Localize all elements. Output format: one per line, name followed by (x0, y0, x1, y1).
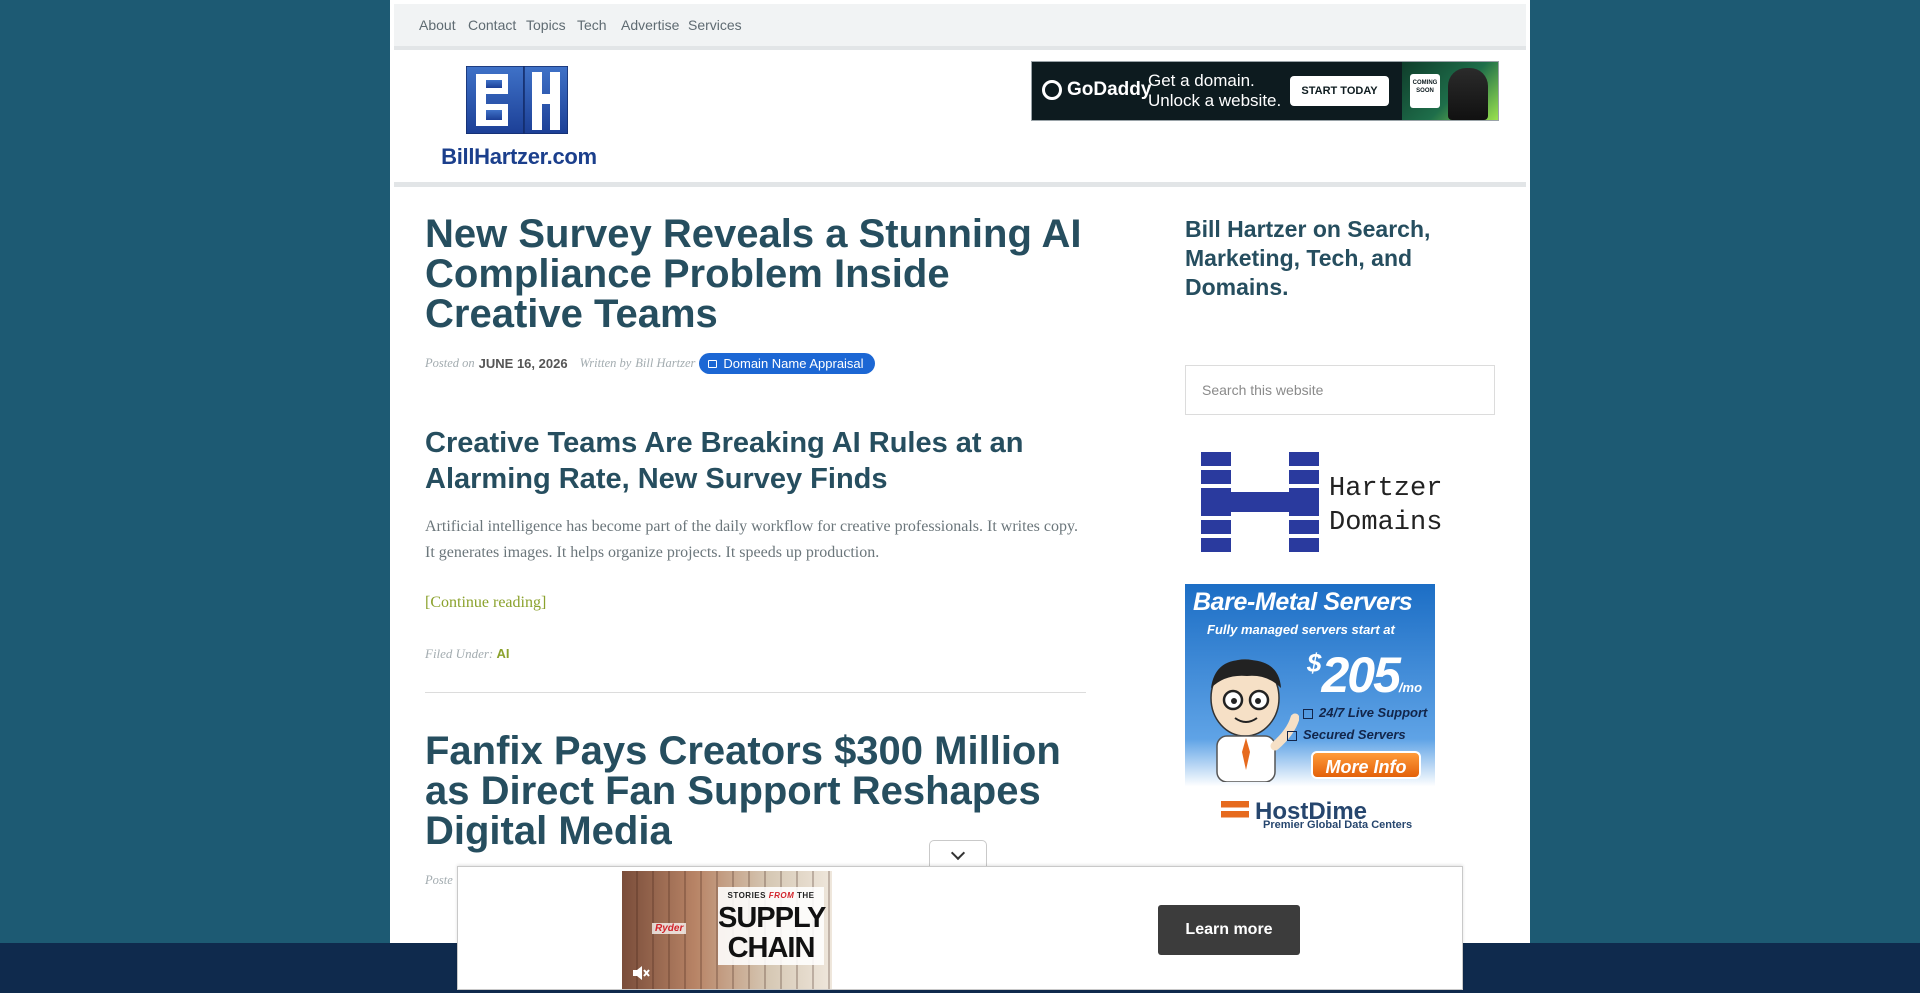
learn-more-button[interactable]: Learn more (1158, 905, 1300, 955)
godaddy-tagline: Get a domain. Unlock a website. (1148, 71, 1281, 111)
top-navigation: About Contact Topics Tech Advertise Serv… (394, 4, 1526, 50)
calendar-icon (708, 359, 718, 368)
nav-item-contact[interactable]: Contact (468, 17, 516, 33)
hostdime-price-period: /mo (1398, 680, 1423, 695)
video-ad-player[interactable]: STORIES FROM THE SUPPLY CHAIN Ryder (622, 871, 832, 989)
video-title-big: SUPPLY CHAIN (718, 902, 826, 964)
nav-item-about[interactable]: About (419, 17, 456, 33)
hostdime-price-currency: $ (1307, 648, 1322, 678)
posted-on-label: Posted on (425, 356, 475, 370)
post-title-2[interactable]: Fanfix Pays Creators $300 Million as Dir… (425, 731, 1105, 851)
continue-reading-link[interactable]: [Continue reading] (425, 594, 546, 612)
hostdime-feature-2: Secured Servers (1287, 727, 1406, 742)
video-title-small-pre: STORIES (727, 891, 766, 900)
category-link-ai[interactable]: AI (496, 646, 509, 661)
post-subheading: Creative Teams Are Breaking AI Rules at … (425, 427, 1024, 495)
ad-person-image (1448, 68, 1488, 120)
post-categories: Filed Under: AI (425, 646, 509, 662)
hostdime-headline: Bare-Metal Servers (1193, 588, 1413, 616)
godaddy-brand-text: GoDaddy (1067, 79, 1152, 100)
post-author: Bill Hartzer (635, 356, 696, 370)
sticky-video-ad: STORIES FROM THE SUPPLY CHAIN Ryder Lear… (457, 866, 1463, 990)
hostdime-feature-2-text: Secured Servers (1303, 727, 1406, 742)
video-title-small: STORIES FROM THE (718, 891, 824, 900)
hartzer-domains-line2: Domains (1329, 508, 1443, 538)
hartzer-domains-text: Hartzer Domains (1329, 472, 1442, 540)
video-title-line2: CHAIN (727, 932, 816, 964)
ryder-logo: Ryder (652, 923, 687, 934)
hartzer-domains-line1: Hartzer (1329, 474, 1443, 504)
nav-item-services[interactable]: Services (688, 17, 742, 33)
hostdime-logo-icon (1221, 801, 1249, 823)
godaddy-tagline-line2: Unlock a website. (1148, 91, 1282, 110)
nav-item-topics[interactable]: Topics (526, 17, 566, 33)
post-excerpt: Artificial intelligence has become part … (425, 518, 1078, 561)
domain-appraisal-badge[interactable]: Domain Name Appraisal (699, 353, 875, 374)
mute-icon[interactable] (632, 965, 650, 981)
video-title-card: STORIES FROM THE SUPPLY CHAIN (718, 887, 826, 965)
search-input[interactable] (1185, 365, 1495, 415)
godaddy-tagline-line1: Get a domain. (1148, 71, 1255, 90)
site-logo-text: BillHartzer.com (441, 144, 597, 169)
hostdime-ad[interactable]: Bare-Metal Servers Fully managed servers… (1185, 584, 1435, 834)
hartzer-domains-logo-mark (1201, 452, 1319, 552)
sidebar-widget-title: Bill Hartzer on Search, Marketing, Tech,… (1185, 216, 1431, 300)
post-divider (425, 692, 1086, 693)
hartzer-domains-ad[interactable]: Hartzer Domains (1201, 452, 1471, 562)
godaddy-banner-ad[interactable]: GoDaddy Get a domain. Unlock a website. … (1031, 61, 1499, 121)
godaddy-logo-icon (1042, 80, 1062, 100)
bh-logo-mark (466, 66, 568, 134)
post-meta: Posted on JUNE 16, 2026 Written by Bill … (425, 353, 875, 374)
more-info-button[interactable]: More Info (1311, 751, 1421, 779)
nav-item-tech[interactable]: Tech (577, 17, 607, 33)
chevron-down-icon (950, 845, 966, 861)
filed-under-label: Filed Under: (425, 646, 494, 661)
godaddy-brand: GoDaddy (1042, 79, 1151, 101)
site-header: BillHartzer.com GoDaddy Get a domain. Un… (394, 50, 1526, 187)
coming-soon-badge: COMING SOON (1410, 74, 1440, 108)
hostdime-price: $205/mo (1307, 646, 1422, 704)
hostdime-subline: Fully managed servers start at (1207, 622, 1395, 637)
video-title-small-post: THE (797, 891, 815, 900)
godaddy-ad-visual: COMING SOON (1402, 62, 1498, 120)
checkbox-icon (1287, 730, 1297, 741)
domain-appraisal-label: Domain Name Appraisal (723, 356, 864, 371)
post-date: JUNE 16, 2026 (478, 356, 568, 371)
site-container: About Contact Topics Tech Advertise Serv… (390, 0, 1530, 943)
written-by-label: Written by (579, 356, 632, 370)
mascot-illustration (1210, 659, 1299, 782)
hostdime-price-amount: 205 (1321, 647, 1400, 703)
nav-item-advertise[interactable]: Advertise (621, 17, 679, 33)
post-title[interactable]: New Survey Reveals a Stunning AI Complia… (425, 214, 1105, 334)
post-meta-2: Poste (425, 873, 453, 887)
collapse-ad-button[interactable] (929, 840, 987, 866)
video-title-small-from: FROM (768, 891, 795, 900)
hostdime-feature-1: 24/7 Live Support (1303, 705, 1427, 720)
video-title-line1: SUPPLY (718, 902, 826, 934)
godaddy-start-today-button[interactable]: START TODAY (1290, 76, 1389, 106)
site-logo[interactable]: BillHartzer.com (430, 62, 610, 172)
checkbox-icon (1303, 708, 1313, 719)
hostdime-tagline: Premier Global Data Centers (1263, 819, 1413, 831)
hostdime-feature-1-text: 24/7 Live Support (1319, 705, 1428, 720)
